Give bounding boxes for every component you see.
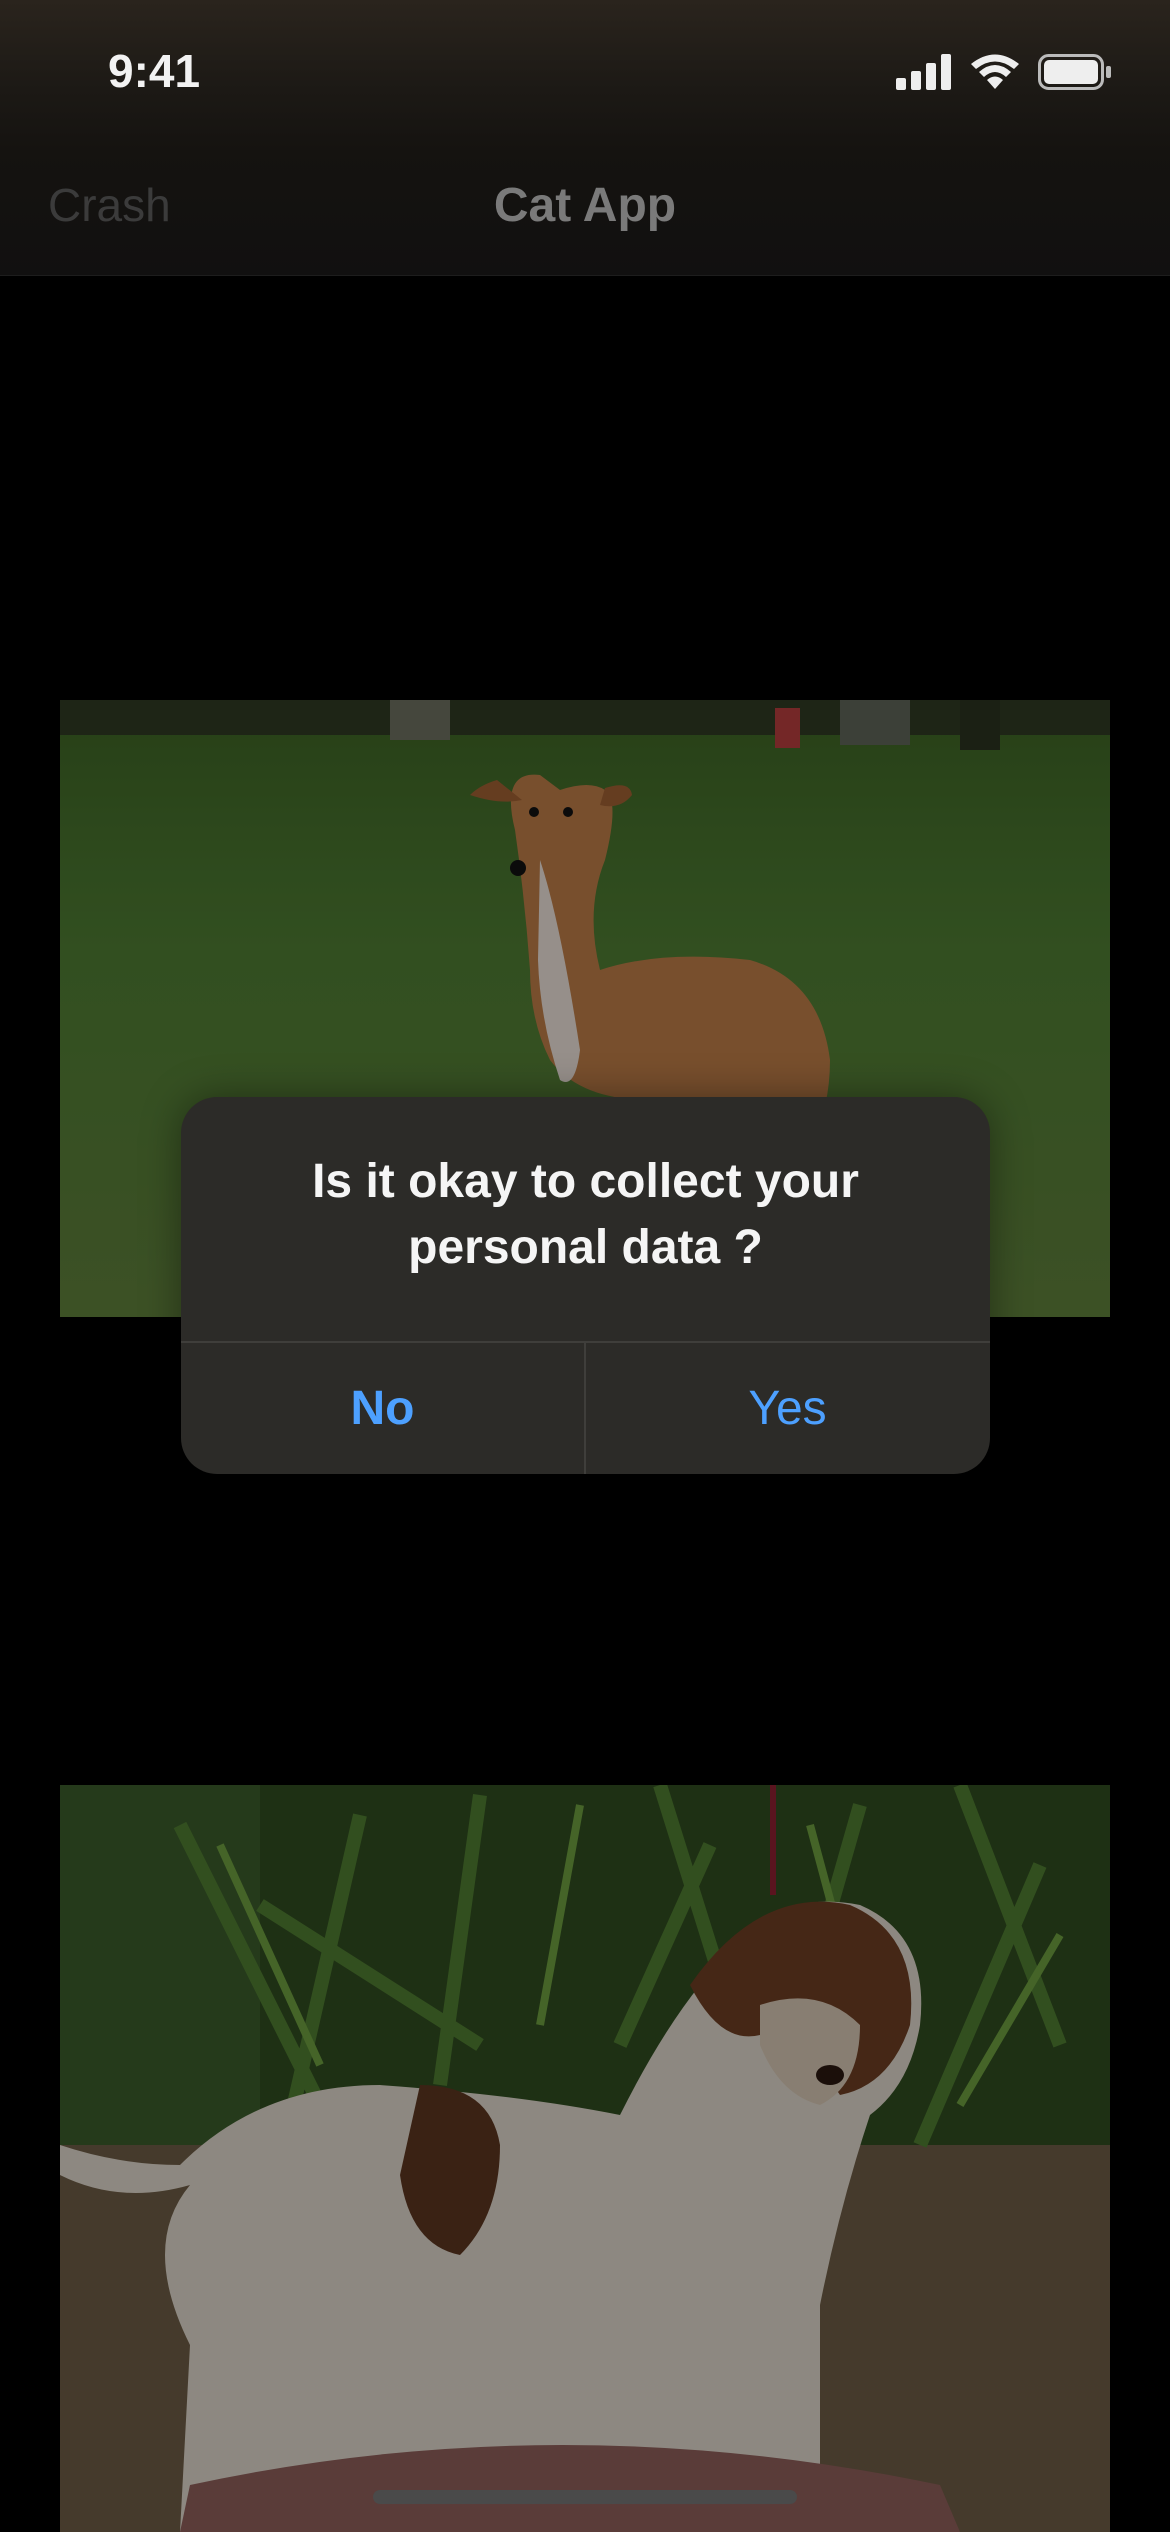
- pet-photo-2: [60, 1785, 1110, 2532]
- alert-message-line2: personal data ?: [408, 1221, 763, 1274]
- wifi-icon: [971, 54, 1019, 89]
- cellular-signal-icon: [896, 54, 951, 90]
- alert-message: Is it okay to collect your personal data…: [221, 1149, 950, 1281]
- yes-button[interactable]: Yes: [586, 1343, 989, 1474]
- photo-dim-overlay: [60, 1785, 1110, 2532]
- no-button[interactable]: No: [181, 1343, 584, 1474]
- permission-alert-dialog: Is it okay to collect your personal data…: [181, 1097, 990, 1474]
- alert-message-line1: Is it okay to collect your: [312, 1155, 859, 1208]
- status-icons: [896, 52, 1112, 92]
- nav-title: Cat App: [493, 179, 677, 232]
- navigation-bar: Crash Cat App: [0, 150, 1170, 276]
- status-bar: 9:41: [0, 0, 1170, 150]
- home-indicator[interactable]: [373, 2490, 797, 2504]
- status-time: 9:41: [108, 45, 201, 97]
- battery-icon: [1038, 54, 1111, 90]
